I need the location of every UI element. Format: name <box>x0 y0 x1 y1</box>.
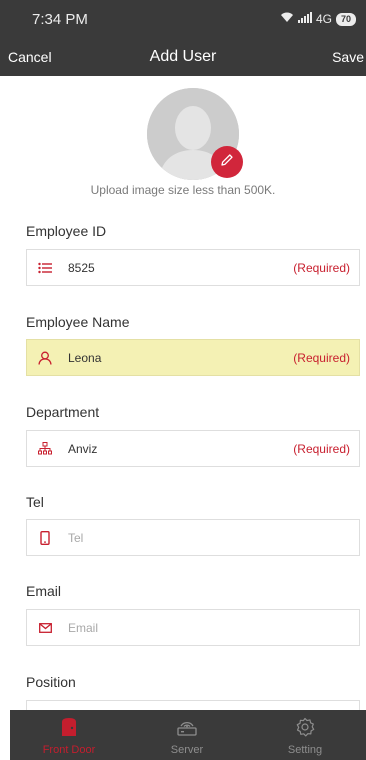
save-button[interactable]: Save <box>332 49 364 65</box>
page-title: Add User <box>149 48 217 65</box>
avatar-container <box>147 88 243 180</box>
status-bar: 7:34 PM 4G 70 <box>0 0 366 40</box>
org-chart-icon <box>37 441 53 457</box>
tel-field[interactable]: Tel <box>26 519 360 556</box>
tab-label: Server <box>170 744 204 756</box>
door-icon <box>58 716 80 738</box>
signal-icon <box>297 12 312 26</box>
employee-name-label: Employee Name <box>26 314 130 330</box>
employee-id-label: Employee ID <box>26 223 107 239</box>
tel-label: Tel <box>26 494 44 510</box>
status-time: 7:34 PM <box>32 11 88 28</box>
required-marker: (Required) <box>293 261 350 275</box>
employee-name-field[interactable]: Leona (Required) <box>26 339 360 376</box>
department-value: Anviz <box>68 442 98 456</box>
mail-icon <box>37 620 53 636</box>
person-icon <box>37 350 53 366</box>
form-content[interactable]: Upload image size less than 500K. Employ… <box>0 76 366 710</box>
upload-hint: Upload image size less than 500K. <box>90 183 276 197</box>
cancel-button[interactable]: Cancel <box>8 49 52 65</box>
position-field[interactable] <box>26 700 360 710</box>
tab-label: Setting <box>287 744 323 756</box>
tab-setting[interactable]: Setting <box>246 710 364 760</box>
position-label: Position <box>26 674 76 690</box>
status-icons: 4G 70 <box>280 12 356 26</box>
department-field[interactable]: Anviz (Required) <box>26 430 360 467</box>
required-marker: (Required) <box>293 351 350 365</box>
nav-bar: Cancel Add User Save <box>0 40 366 76</box>
tab-front-door[interactable]: Front Door <box>10 710 128 760</box>
employee-name-value: Leona <box>68 351 102 365</box>
email-placeholder: Email <box>68 621 99 635</box>
network-type: 4G <box>315 12 332 26</box>
email-label: Email <box>26 583 62 599</box>
email-field[interactable]: Email <box>26 609 360 646</box>
gear-icon <box>294 716 316 738</box>
page-title-wrap: Add User <box>0 48 366 66</box>
tel-placeholder: Tel <box>68 531 84 545</box>
server-icon <box>176 716 198 738</box>
tab-label: Front Door <box>42 744 96 756</box>
edit-avatar-button[interactable] <box>211 146 243 178</box>
battery-icon: 70 <box>335 12 356 26</box>
employee-id-value: 8525 <box>68 261 95 275</box>
tab-bar: Front Door Server Setting <box>10 710 366 760</box>
required-marker: (Required) <box>293 442 350 456</box>
employee-id-field[interactable]: 8525 (Required) <box>26 249 360 286</box>
phone-icon <box>37 530 53 546</box>
wifi-icon <box>280 12 294 26</box>
department-label: Department <box>26 404 100 420</box>
list-icon <box>37 260 53 276</box>
tab-server[interactable]: Server <box>128 710 246 760</box>
pencil-icon <box>220 153 234 172</box>
